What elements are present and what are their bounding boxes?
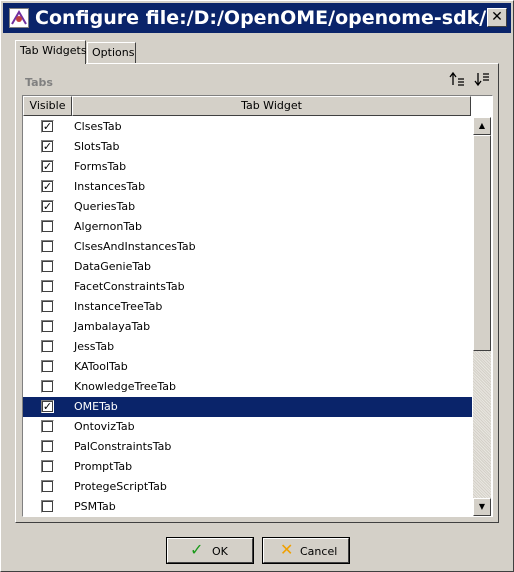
close-icon: ✕ xyxy=(491,9,503,25)
table-row[interactable]: JambalayaTab xyxy=(23,317,472,337)
table-row[interactable]: ✓ InstancesTab xyxy=(23,177,472,197)
move-up-icon xyxy=(449,71,464,86)
tab-widget-name: PalConstraintsTab xyxy=(74,440,172,453)
move-down-button[interactable] xyxy=(473,71,491,89)
table-row[interactable]: OntovizTab xyxy=(23,417,472,437)
visible-checkbox[interactable] xyxy=(41,480,54,493)
visible-checkbox[interactable]: ✓ xyxy=(41,180,54,193)
table-row[interactable]: JessTab xyxy=(23,337,472,357)
scroll-up-button[interactable]: ▲ xyxy=(473,117,491,135)
tab-widget-name: InstanceTreeTab xyxy=(74,300,163,313)
table-row-selected[interactable]: ✓ OMETab xyxy=(23,397,472,417)
tab-widget-name: AlgernonTab xyxy=(74,220,142,233)
ok-label: OK xyxy=(212,545,228,558)
tab-widget-name: KAToolTab xyxy=(74,360,128,373)
tab-widget-name: ClsesAndInstancesTab xyxy=(74,240,196,253)
section-label: Tabs xyxy=(25,76,53,89)
visible-checkbox[interactable]: ✓ xyxy=(41,140,54,153)
table-row[interactable]: ✓ FormsTab xyxy=(23,157,472,177)
table-row[interactable]: InstanceTreeTab xyxy=(23,297,472,317)
table-row[interactable]: ✓ SlotsTab xyxy=(23,137,472,157)
table-row[interactable]: DataGenieTab xyxy=(23,257,472,277)
tab-widget-name: SlotsTab xyxy=(74,140,120,153)
tab-widget-name: PromptTab xyxy=(74,460,133,473)
visible-checkbox[interactable] xyxy=(41,440,54,453)
tab-widget-name: FormsTab xyxy=(74,160,127,173)
table-row[interactable]: ✓ QueriesTab xyxy=(23,197,472,217)
ok-button[interactable]: ✓ OK xyxy=(166,537,254,564)
table-row[interactable]: ClsesAndInstancesTab xyxy=(23,237,472,257)
visible-checkbox[interactable] xyxy=(41,360,54,373)
cancel-button[interactable]: ✕ Cancel xyxy=(262,537,350,564)
move-up-button[interactable] xyxy=(448,71,466,89)
tab-widget-name: JessTab xyxy=(74,340,115,353)
cancel-label: Cancel xyxy=(300,545,338,558)
close-button[interactable]: ✕ xyxy=(487,8,507,27)
checkmark-icon: ✓ xyxy=(190,540,204,559)
tab-widget-name: OntovizTab xyxy=(74,420,135,433)
move-down-icon xyxy=(474,73,489,87)
table-row[interactable]: KAToolTab xyxy=(23,357,472,377)
tab-widget-name: OMETab xyxy=(74,400,118,413)
tab-widgets-table: Visible Tab Widget ✓ ClsesTab ✓ SlotsTab… xyxy=(22,95,493,517)
visible-checkbox[interactable]: ✓ xyxy=(41,160,54,173)
table-row[interactable]: ✓ ClsesTab xyxy=(23,117,472,137)
visible-checkbox[interactable] xyxy=(41,500,54,513)
tab-widget-name: JambalayaTab xyxy=(74,320,151,333)
tab-widget-name: FacetConstraintsTab xyxy=(74,280,185,293)
table-row[interactable]: AlgernonTab xyxy=(23,217,472,237)
table-header: Visible Tab Widget xyxy=(23,96,492,117)
column-header-tab-widget[interactable]: Tab Widget xyxy=(72,96,471,116)
x-icon: ✕ xyxy=(280,540,294,559)
scroll-down-button[interactable]: ▼ xyxy=(473,498,491,516)
visible-checkbox[interactable]: ✓ xyxy=(41,200,54,213)
arrow-down-icon: ▼ xyxy=(478,502,486,511)
visible-checkbox[interactable] xyxy=(41,280,54,293)
protege-icon xyxy=(9,8,29,28)
tab-widget-name: KnowledgeTreeTab xyxy=(74,380,177,393)
visible-checkbox[interactable] xyxy=(41,340,54,353)
tab-widget-name: InstancesTab xyxy=(74,180,146,193)
table-row[interactable]: ProtegeScriptTab xyxy=(23,477,472,497)
tab-widget-name: ClsesTab xyxy=(74,120,122,133)
tab-widget-name: DataGenieTab xyxy=(74,260,151,273)
visible-checkbox[interactable]: ✓ xyxy=(41,120,54,133)
window-title: Configure file:/D:/OpenOME/openome-sdk/.… xyxy=(35,7,508,29)
tab-widget-name: PSMTab xyxy=(74,500,116,513)
scrollbar-thumb[interactable] xyxy=(473,135,491,351)
table-row[interactable]: PalConstraintsTab xyxy=(23,437,472,457)
visible-checkbox[interactable] xyxy=(41,220,54,233)
table-row[interactable]: PromptTab xyxy=(23,457,472,477)
visible-checkbox[interactable] xyxy=(41,320,54,333)
title-bar[interactable]: Configure file:/D:/OpenOME/openome-sdk/.… xyxy=(3,3,511,33)
tab-tab-widgets[interactable]: Tab Widgets xyxy=(15,40,87,64)
tab-options[interactable]: Options xyxy=(87,42,136,63)
vertical-scrollbar[interactable]: ▲ ▼ xyxy=(473,117,491,516)
arrow-up-icon: ▲ xyxy=(478,121,486,130)
configure-dialog: Configure file:/D:/OpenOME/openome-sdk/.… xyxy=(0,0,514,572)
visible-checkbox[interactable] xyxy=(41,260,54,273)
table-row[interactable]: KnowledgeTreeTab xyxy=(23,377,472,397)
visible-checkbox[interactable] xyxy=(41,420,54,433)
table-body: ✓ ClsesTab ✓ SlotsTab ✓ FormsTab ✓ Insta… xyxy=(23,117,472,516)
column-header-visible[interactable]: Visible xyxy=(23,96,72,116)
visible-checkbox[interactable] xyxy=(41,380,54,393)
visible-checkbox[interactable] xyxy=(41,460,54,473)
table-row[interactable]: FacetConstraintsTab xyxy=(23,277,472,297)
table-row[interactable]: PSMTab xyxy=(23,497,472,516)
visible-checkbox[interactable] xyxy=(41,300,54,313)
visible-checkbox[interactable]: ✓ xyxy=(41,400,54,413)
tab-widget-name: ProtegeScriptTab xyxy=(74,480,167,493)
visible-checkbox[interactable] xyxy=(41,240,54,253)
tab-widget-name: QueriesTab xyxy=(74,200,136,213)
